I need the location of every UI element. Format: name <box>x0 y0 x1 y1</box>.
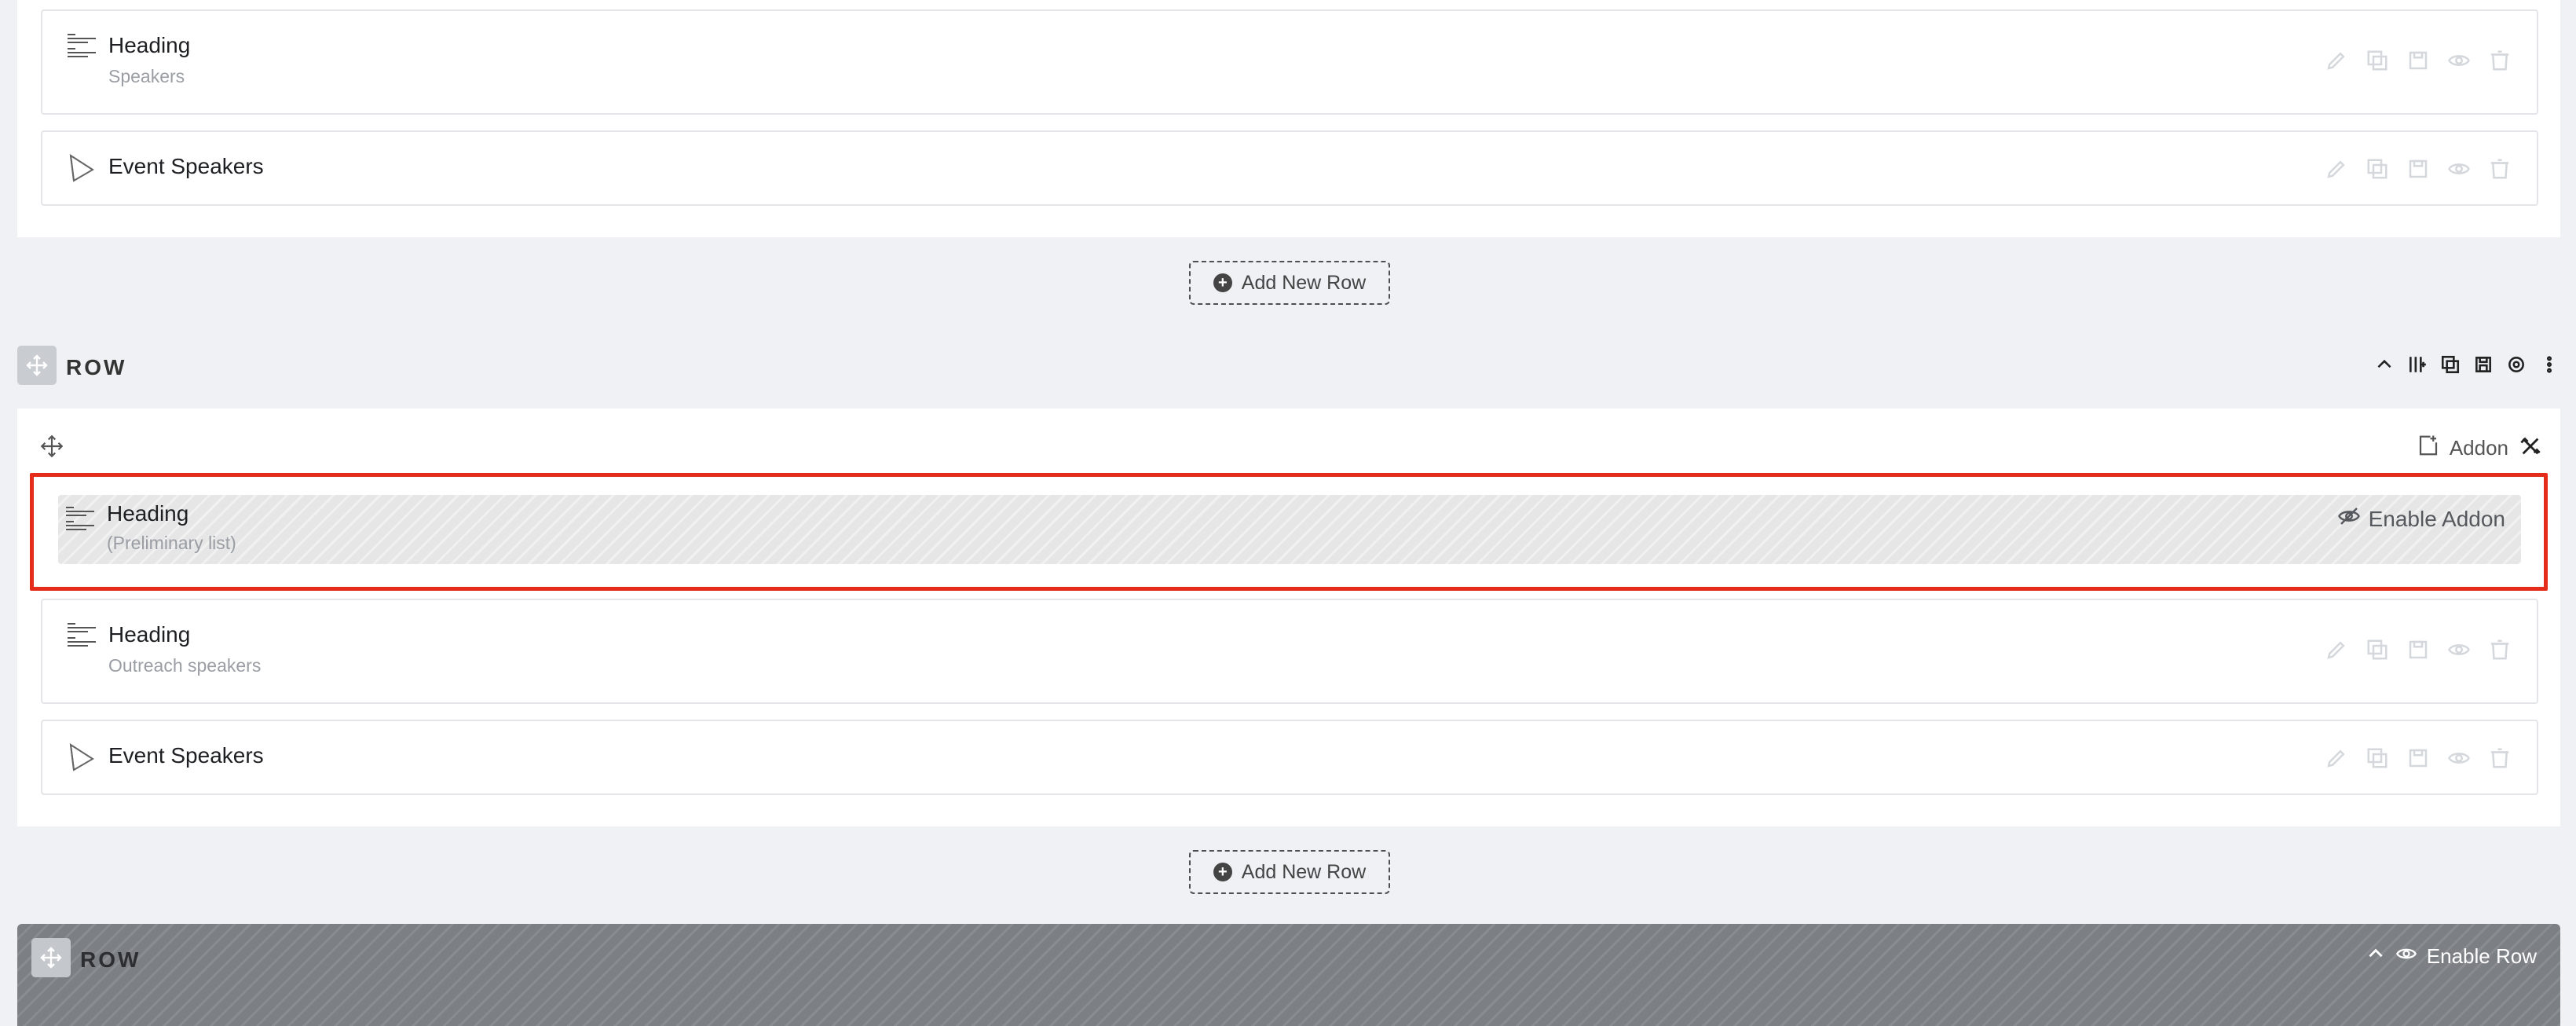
addon-subtitle: Outreach speakers <box>108 655 262 676</box>
addon-actions <box>2323 47 2513 74</box>
add-addon-button[interactable]: Addon <box>2417 434 2508 463</box>
heading-icon <box>66 619 97 650</box>
row-drag-handle[interactable] <box>17 346 57 385</box>
addon-subtitle: (Preliminary list) <box>107 533 236 553</box>
add-new-row-button[interactable]: + Add New Row <box>1189 261 1390 305</box>
eye-slash-icon <box>2337 504 2361 533</box>
row-tools <box>2373 350 2560 379</box>
event-speakers-icon <box>66 152 97 184</box>
addon-actions <box>2323 636 2513 663</box>
edit-icon[interactable] <box>2323 636 2350 663</box>
duplicate-row-icon[interactable] <box>2439 350 2461 379</box>
add-new-row-label: Add New Row <box>1241 271 1367 294</box>
enable-row-label: Enable Row <box>2426 944 2537 968</box>
save-icon[interactable] <box>2405 636 2431 663</box>
eye-icon[interactable] <box>2446 156 2472 182</box>
add-addon-icon <box>2417 434 2440 463</box>
eye-icon[interactable] <box>2446 636 2472 663</box>
addon-card-heading-outreach[interactable]: Heading Outreach speakers <box>41 599 2538 704</box>
row-header: ROW <box>17 346 2560 385</box>
enable-addon-label: Enable Addon <box>2368 506 2505 531</box>
duplicate-icon[interactable] <box>2364 745 2391 771</box>
addon-title: Heading <box>107 501 189 526</box>
eye-icon[interactable] <box>2446 47 2472 74</box>
duplicate-icon[interactable] <box>2364 156 2391 182</box>
more-vertical-icon[interactable] <box>2538 350 2560 379</box>
column-drag-handle[interactable] <box>39 434 64 459</box>
addon-title: Event Speakers <box>108 154 264 178</box>
disabled-addon-card[interactable]: Heading (Preliminary list) Enable Addon <box>58 495 2521 564</box>
duplicate-icon[interactable] <box>2364 636 2391 663</box>
edit-icon[interactable] <box>2323 47 2350 74</box>
tools-icon[interactable] <box>2519 435 2543 459</box>
columns-icon[interactable] <box>2406 350 2428 379</box>
edit-icon[interactable] <box>2323 745 2350 771</box>
enable-addon-button[interactable]: Enable Addon <box>2337 504 2505 533</box>
save-icon[interactable] <box>2405 745 2431 771</box>
save-icon[interactable] <box>2405 156 2431 182</box>
addon-actions <box>2323 745 2513 771</box>
addon-card-event-speakers[interactable]: Event Speakers <box>41 720 2538 795</box>
eye-icon[interactable] <box>2446 745 2472 771</box>
addon-title: Event Speakers <box>108 743 264 768</box>
addon-card-heading-speakers[interactable]: Heading Speakers <box>41 9 2538 115</box>
row-label: ROW <box>80 947 141 972</box>
addon-card-event-speakers[interactable]: Event Speakers <box>41 130 2538 206</box>
disabled-row: ROW Enable Row <box>17 924 2560 1026</box>
trash-icon[interactable] <box>2486 745 2513 771</box>
addon-subtitle: Speakers <box>108 66 185 86</box>
enable-row-button[interactable]: Enable Row <box>2366 943 2537 970</box>
addon-title: Heading <box>108 33 191 57</box>
save-icon[interactable] <box>2405 47 2431 74</box>
addon-title: Heading <box>108 622 191 647</box>
eye-icon <box>2395 943 2417 970</box>
collapse-icon[interactable] <box>2373 350 2395 379</box>
edit-icon[interactable] <box>2323 156 2350 182</box>
event-speakers-icon <box>66 742 97 773</box>
addon-button-label: Addon <box>2449 436 2508 460</box>
heading-icon <box>64 503 96 534</box>
plus-circle-icon: + <box>1213 863 1232 881</box>
plus-circle-icon: + <box>1213 273 1232 292</box>
trash-icon[interactable] <box>2486 156 2513 182</box>
save-row-icon[interactable] <box>2472 350 2494 379</box>
duplicate-icon[interactable] <box>2364 47 2391 74</box>
collapse-icon[interactable] <box>2366 944 2386 969</box>
heading-icon <box>66 30 97 61</box>
row-drag-handle[interactable] <box>31 938 71 977</box>
add-new-row-button[interactable]: + Add New Row <box>1189 850 1390 894</box>
addon-actions <box>2323 156 2513 182</box>
add-new-row-label: Add New Row <box>1241 860 1367 883</box>
gear-icon[interactable] <box>2505 350 2527 379</box>
row-label: ROW <box>66 355 127 379</box>
trash-icon[interactable] <box>2486 47 2513 74</box>
trash-icon[interactable] <box>2486 636 2513 663</box>
